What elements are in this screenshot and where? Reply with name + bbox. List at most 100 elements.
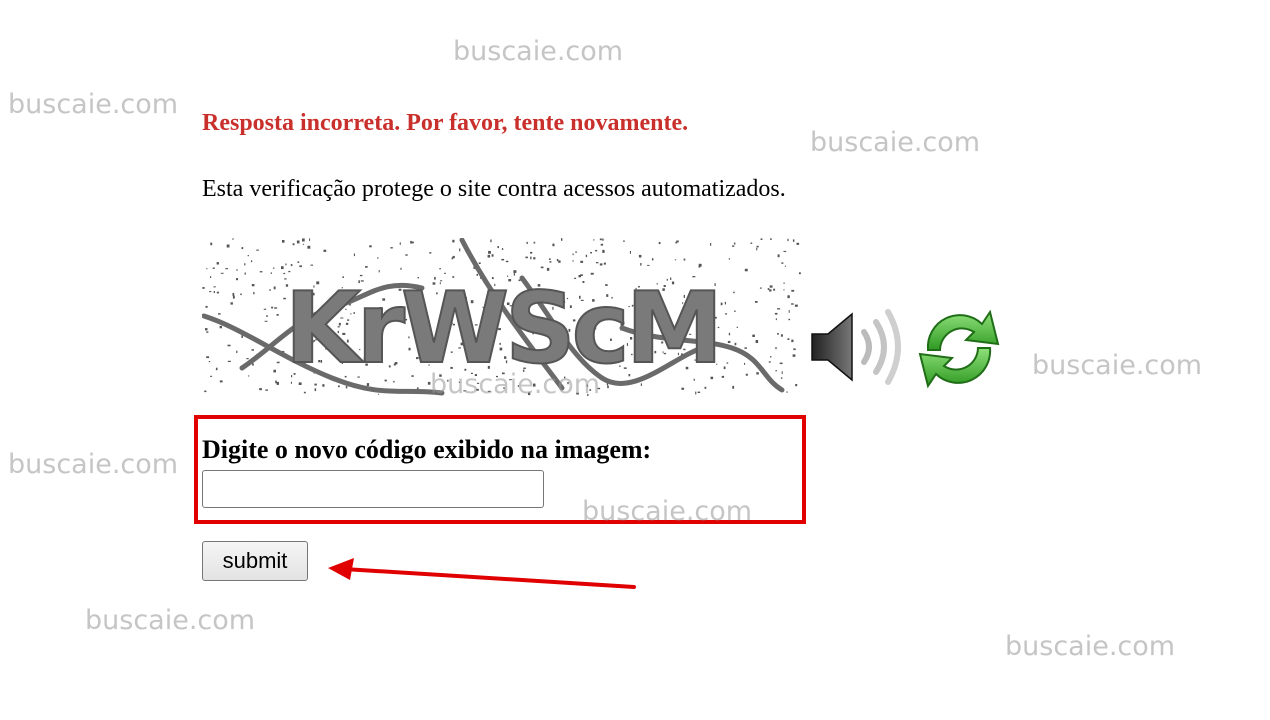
captcha-noise-dot bbox=[275, 380, 277, 384]
captcha-noise-dot bbox=[760, 238, 763, 240]
captcha-noise-dot bbox=[769, 289, 772, 292]
captcha-noise-dot bbox=[501, 258, 505, 261]
captcha-noise-dot bbox=[276, 361, 280, 364]
captcha-noise-dot bbox=[593, 239, 595, 241]
captcha-noise-dot bbox=[792, 239, 795, 242]
captcha-noise-dot bbox=[302, 238, 305, 242]
captcha-noise-dot bbox=[788, 318, 791, 321]
captcha-noise-dot bbox=[572, 260, 574, 262]
captcha-noise-dot bbox=[721, 375, 725, 378]
captcha-noise-dot bbox=[769, 285, 773, 288]
captcha-noise-dot bbox=[540, 266, 544, 269]
captcha-noise-dot bbox=[526, 241, 528, 244]
captcha-noise-dot bbox=[530, 256, 532, 260]
captcha-noise-dot bbox=[786, 391, 788, 393]
captcha-noise-dot bbox=[755, 301, 758, 303]
captcha-noise-dot bbox=[768, 361, 771, 363]
captcha-noise-dot bbox=[210, 375, 213, 377]
captcha-noise-dot bbox=[775, 347, 777, 350]
captcha-noise-dot bbox=[777, 333, 779, 335]
captcha-noise-dot bbox=[244, 263, 246, 266]
captcha-noise-dot bbox=[230, 302, 233, 305]
captcha-noise-dot bbox=[377, 257, 379, 259]
captcha-noise-dot bbox=[274, 307, 278, 309]
captcha-noise-dot bbox=[733, 242, 736, 245]
captcha-noise-dot bbox=[451, 257, 454, 260]
captcha-noise-dot bbox=[213, 286, 216, 288]
captcha-noise-dot bbox=[533, 241, 536, 244]
captcha-noise-dot bbox=[658, 242, 661, 245]
speaker-icon[interactable] bbox=[806, 304, 906, 390]
captcha-noise-dot bbox=[777, 308, 781, 310]
captcha-noise-dot bbox=[756, 245, 759, 248]
captcha-noise-dot bbox=[251, 349, 254, 351]
captcha-noise-dot bbox=[264, 320, 268, 322]
captcha-noise-dot bbox=[549, 261, 552, 263]
captcha-noise-dot bbox=[602, 249, 605, 253]
captcha-noise-dot bbox=[525, 256, 528, 259]
captcha-noise-dot bbox=[728, 258, 730, 260]
captcha-noise-dot bbox=[285, 263, 287, 266]
captcha-noise-dot bbox=[281, 266, 284, 270]
captcha-noise-dot bbox=[206, 331, 209, 333]
captcha-noise-dot bbox=[528, 392, 531, 396]
captcha-noise-dot bbox=[767, 288, 770, 290]
refresh-icon[interactable] bbox=[910, 298, 1008, 398]
captcha-noise-dot bbox=[271, 306, 274, 309]
captcha-noise-dot bbox=[345, 386, 348, 389]
captcha-noise-dot bbox=[220, 272, 224, 274]
captcha-noise-dot bbox=[405, 254, 408, 256]
captcha-noise-dot bbox=[794, 304, 798, 307]
submit-button[interactable]: submit bbox=[202, 541, 308, 581]
watermark: buscaie.com bbox=[810, 127, 981, 158]
captcha-noise-dot bbox=[497, 246, 499, 249]
captcha-noise-dot bbox=[292, 243, 295, 246]
captcha-noise-dot bbox=[732, 385, 735, 389]
captcha-noise-dot bbox=[781, 371, 783, 374]
captcha-noise-dot bbox=[240, 293, 242, 296]
captcha-noise-dot bbox=[263, 308, 267, 310]
captcha-noise-dot bbox=[488, 250, 491, 254]
captcha-noise-dot bbox=[459, 248, 461, 252]
captcha-noise-dot bbox=[365, 266, 368, 268]
captcha-noise-dot bbox=[399, 242, 401, 245]
captcha-noise-dot bbox=[600, 243, 604, 246]
captcha-noise-dot bbox=[575, 251, 577, 253]
watermark: buscaie.com bbox=[453, 36, 624, 67]
captcha-code-input[interactable] bbox=[202, 470, 544, 508]
captcha-noise-dot bbox=[779, 362, 783, 365]
captcha-noise-dot bbox=[204, 390, 207, 393]
captcha-noise-dot bbox=[780, 334, 783, 337]
captcha-noise-dot bbox=[561, 238, 563, 241]
captcha-noise-dot bbox=[744, 268, 748, 272]
captcha-noise-dot bbox=[202, 287, 205, 289]
captcha-noise-dot bbox=[410, 241, 414, 244]
captcha-noise-dot bbox=[206, 356, 210, 359]
captcha-noise-dot bbox=[378, 393, 380, 395]
captcha-noise-dot bbox=[546, 267, 550, 271]
captcha-noise-dot bbox=[724, 313, 728, 315]
captcha-noise-dot bbox=[720, 302, 723, 306]
captcha-noise-dot bbox=[791, 339, 794, 343]
captcha-noise-dot bbox=[638, 254, 642, 258]
captcha-noise-dot bbox=[247, 255, 249, 257]
captcha-noise-dot bbox=[590, 252, 592, 254]
captcha-noise-dot bbox=[248, 375, 250, 377]
captcha-noise-dot bbox=[783, 250, 787, 252]
captcha-noise-dot bbox=[216, 262, 219, 265]
captcha-noise-dot bbox=[369, 245, 372, 248]
captcha-noise-dot bbox=[552, 243, 555, 247]
captcha-noise-dot bbox=[505, 260, 509, 263]
captcha-noise-dot bbox=[487, 390, 491, 392]
captcha-noise-dot bbox=[226, 244, 230, 248]
captcha-noise-dot bbox=[439, 268, 441, 270]
captcha-noise-dot bbox=[209, 291, 212, 293]
captcha-noise-dot bbox=[219, 380, 223, 383]
captcha-noise-dot bbox=[587, 393, 589, 396]
captcha-noise-dot bbox=[213, 291, 215, 293]
captcha-noise-dot bbox=[227, 360, 231, 362]
captcha-noise-dot bbox=[487, 254, 491, 258]
captcha-noise-dot bbox=[770, 238, 772, 240]
captcha-noise-dot bbox=[400, 267, 402, 270]
captcha-noise-dot bbox=[232, 238, 234, 240]
